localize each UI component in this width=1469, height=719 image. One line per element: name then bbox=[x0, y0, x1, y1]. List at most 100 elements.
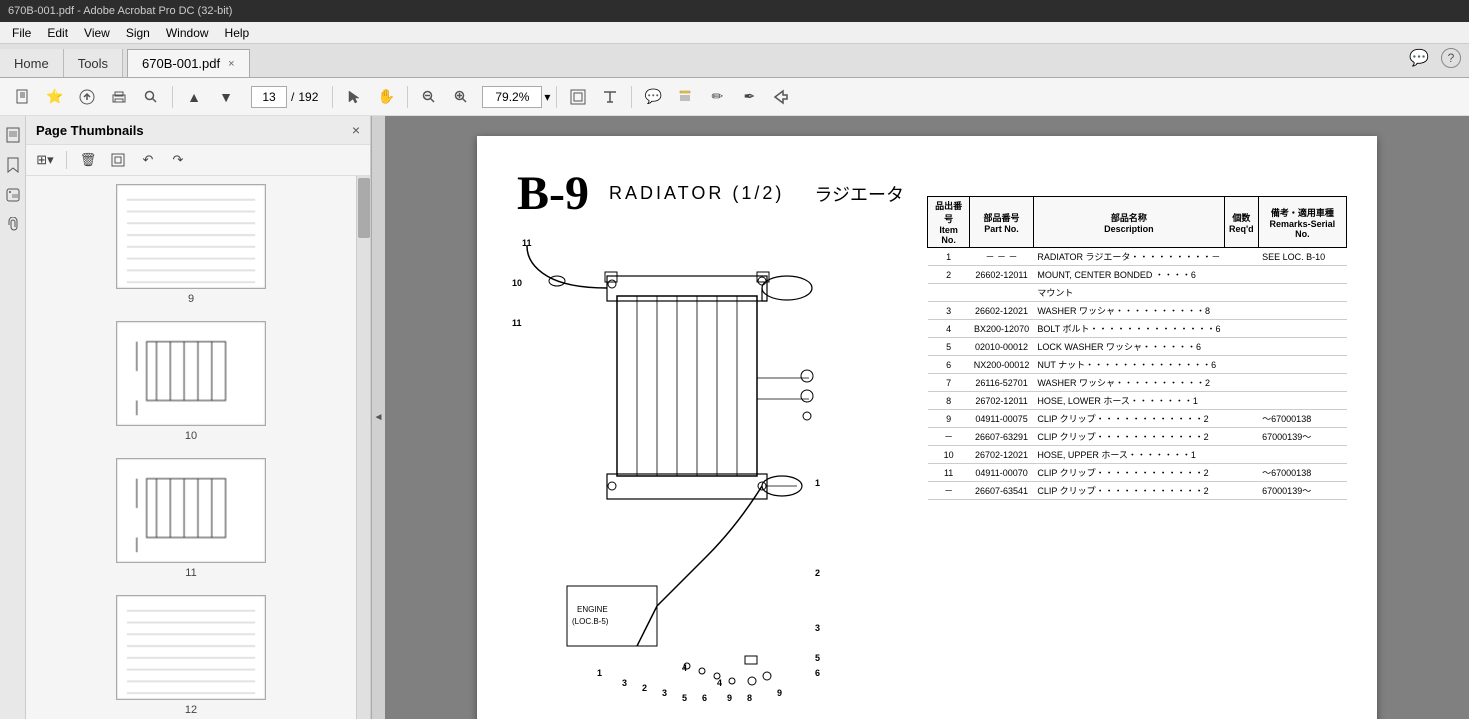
tab-document[interactable]: 670B-001.pdf × bbox=[127, 49, 250, 77]
zoom-out-btn[interactable] bbox=[414, 83, 444, 111]
svg-text:4: 4 bbox=[717, 678, 722, 688]
menu-file[interactable]: File bbox=[4, 24, 39, 42]
svg-text:2: 2 bbox=[642, 683, 647, 693]
thumb-label-9: 9 bbox=[188, 293, 194, 305]
find-btn[interactable] bbox=[136, 83, 166, 111]
next-page-btn[interactable]: ▼ bbox=[211, 83, 241, 111]
thumb-label-12: 12 bbox=[185, 704, 197, 716]
tab-close-btn[interactable]: × bbox=[228, 58, 234, 70]
cell-item: 1 bbox=[928, 248, 970, 266]
table-row: 2 26602-12011 MOUNT, CENTER BONDED ・・・・6 bbox=[928, 266, 1347, 284]
menu-window[interactable]: Window bbox=[158, 24, 217, 42]
pdf-content-area[interactable]: B-9 RADIATOR (1/2) ラジエータ bbox=[385, 116, 1469, 719]
cell-item: 3 bbox=[928, 302, 970, 320]
table-row: 6 NX200-00012 NUT ナット・・・・・・・・・・・・・・6 bbox=[928, 356, 1347, 374]
new-doc-btn[interactable] bbox=[8, 83, 38, 111]
sidebar-view-btn[interactable]: ⊞▾ bbox=[32, 149, 58, 171]
type-tool-btn[interactable] bbox=[595, 83, 625, 111]
cell-desc: NUT ナット・・・・・・・・・・・・・・6 bbox=[1033, 356, 1224, 374]
tab-tools[interactable]: Tools bbox=[64, 49, 123, 77]
menu-bar: File Edit View Sign Window Help bbox=[0, 22, 1469, 44]
sep-2 bbox=[332, 86, 333, 108]
share-btn[interactable] bbox=[766, 83, 796, 111]
share-upload-btn[interactable] bbox=[72, 83, 102, 111]
col-remarks-header: 備考・適用車種 Remarks-Serial No. bbox=[1258, 197, 1346, 248]
section-title-jp: ラジエータ bbox=[814, 181, 904, 207]
zoom-dropdown-icon[interactable]: ▾ bbox=[544, 90, 550, 104]
cell-desc: LOCK WASHER ワッシャ・・・・・・6 bbox=[1033, 338, 1224, 356]
svg-text:11: 11 bbox=[522, 238, 532, 248]
thumbnail-11[interactable]: 11 bbox=[34, 458, 348, 579]
section-number: B-9 bbox=[517, 166, 589, 221]
thumbnail-9[interactable]: 9 bbox=[34, 184, 348, 305]
tab-home[interactable]: Home bbox=[0, 49, 64, 77]
cell-desc: CLIP クリップ・・・・・・・・・・・・2 bbox=[1033, 410, 1224, 428]
fit-page-btn[interactable] bbox=[563, 83, 593, 111]
thumb-label-10: 10 bbox=[185, 430, 197, 442]
cell-remarks bbox=[1258, 320, 1346, 338]
sidebar-redo-btn[interactable]: ↷ bbox=[165, 149, 191, 171]
hand-tool-btn[interactable]: ✋ bbox=[371, 83, 401, 111]
toolbar: ⭐ ▲ ▼ / 192 ✋ ▾ 💬 ✏ ✒ bbox=[0, 78, 1469, 116]
page-number-input[interactable] bbox=[251, 86, 287, 108]
svg-text:3: 3 bbox=[815, 623, 820, 633]
table-row: 10 26702-12021 HOSE, UPPER ホース・・・・・・・1 bbox=[928, 446, 1347, 464]
bookmark-strip-icon[interactable] bbox=[2, 154, 24, 176]
scroll-thumb[interactable] bbox=[358, 178, 370, 238]
comment-icon[interactable]: 💬 bbox=[1409, 48, 1429, 68]
comment-btn[interactable]: 💬 bbox=[638, 83, 668, 111]
cell-desc: WASHER ワッシャ・・・・・・・・・・2 bbox=[1033, 374, 1224, 392]
menu-sign[interactable]: Sign bbox=[118, 24, 158, 42]
cell-item: 6 bbox=[928, 356, 970, 374]
page-icon[interactable] bbox=[2, 124, 24, 146]
draw-btn[interactable]: ✏ bbox=[702, 83, 732, 111]
cell-item: 5 bbox=[928, 338, 970, 356]
prev-page-btn[interactable]: ▲ bbox=[179, 83, 209, 111]
cursor-tool-btn[interactable] bbox=[339, 83, 369, 111]
cell-partno: 26116-52701 bbox=[970, 374, 1034, 392]
thumb-img-9 bbox=[116, 184, 266, 289]
sidebar-collapse-btn[interactable]: ◄ bbox=[371, 116, 385, 719]
cell-remarks bbox=[1258, 356, 1346, 374]
thumbnail-10[interactable]: 10 bbox=[34, 321, 348, 442]
thumb-img-12 bbox=[116, 595, 266, 700]
sidebar-scrollbar[interactable] bbox=[356, 176, 370, 719]
thumbnail-12[interactable]: 12 bbox=[34, 595, 348, 716]
attachment-icon[interactable] bbox=[2, 214, 24, 236]
cell-desc: HOSE, UPPER ホース・・・・・・・1 bbox=[1033, 446, 1224, 464]
sidebar-undo-btn[interactable]: ↶ bbox=[135, 149, 161, 171]
table-row: 11 04911-00070 CLIP クリップ・・・・・・・・・・・・2 ～6… bbox=[928, 464, 1347, 482]
cell-qty bbox=[1225, 428, 1259, 446]
sidebar-close-btn[interactable]: × bbox=[352, 122, 360, 138]
sidebar-extract-btn[interactable] bbox=[105, 149, 131, 171]
bookmark-btn[interactable]: ⭐ bbox=[40, 83, 70, 111]
cell-partno bbox=[970, 284, 1034, 302]
print-btn[interactable] bbox=[104, 83, 134, 111]
menu-help[interactable]: Help bbox=[217, 24, 258, 42]
table-row: 3 26602-12021 WASHER ワッシャ・・・・・・・・・・8 bbox=[928, 302, 1347, 320]
zoom-in-btn[interactable] bbox=[446, 83, 476, 111]
svg-text:1: 1 bbox=[597, 668, 602, 678]
help-icon[interactable]: ? bbox=[1441, 48, 1461, 68]
cell-partno: 26602-12011 bbox=[970, 266, 1034, 284]
cell-remarks bbox=[1258, 392, 1346, 410]
cell-partno: 26602-12021 bbox=[970, 302, 1034, 320]
cell-remarks bbox=[1258, 284, 1346, 302]
tags-icon[interactable] bbox=[2, 184, 24, 206]
cell-desc: CLIP クリップ・・・・・・・・・・・・2 bbox=[1033, 464, 1224, 482]
cell-partno: 02010-00012 bbox=[970, 338, 1034, 356]
sidebar-content[interactable]: 9 10 11 bbox=[26, 176, 356, 719]
menu-edit[interactable]: Edit bbox=[39, 24, 76, 42]
svg-text:5: 5 bbox=[815, 653, 820, 663]
cell-partno: 04911-00070 bbox=[970, 464, 1034, 482]
cell-qty bbox=[1225, 266, 1259, 284]
sign-btn[interactable]: ✒ bbox=[734, 83, 764, 111]
menu-view[interactable]: View bbox=[76, 24, 118, 42]
highlight-btn[interactable] bbox=[670, 83, 700, 111]
sidebar-delete-btn[interactable]: 🗑 bbox=[75, 149, 101, 171]
zoom-input[interactable] bbox=[482, 86, 542, 108]
cell-remarks bbox=[1258, 446, 1346, 464]
svg-text:(LOC.B-5): (LOC.B-5) bbox=[572, 617, 609, 626]
cell-item: 10 bbox=[928, 446, 970, 464]
svg-text:3: 3 bbox=[622, 678, 627, 688]
